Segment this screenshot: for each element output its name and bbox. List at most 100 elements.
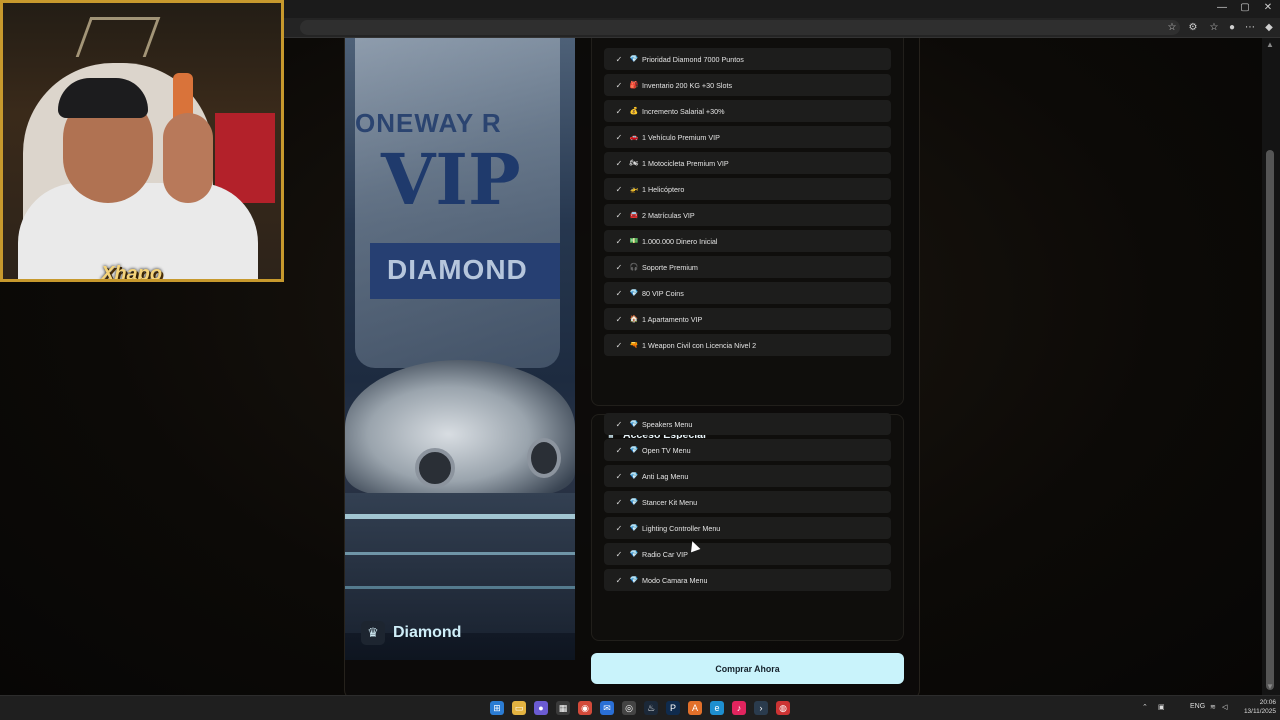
item-label: 1 Weapon Civil con Licencia Nivel 2 xyxy=(642,340,757,350)
list-item: ✓ 💎 Lighting Controller Menu xyxy=(604,517,891,539)
check-icon: ✓ xyxy=(615,419,623,429)
item-label: Prioridad Diamond 7000 Puntos xyxy=(642,54,744,64)
item-label: Radio Car VIP xyxy=(642,549,688,559)
item-label: 1 Helicóptero xyxy=(642,184,685,194)
item-emoji-icon: 💎 xyxy=(629,290,639,297)
item-emoji-icon: 💎 xyxy=(629,577,639,584)
item-emoji-icon: 🏍 xyxy=(629,160,639,167)
item-emoji-icon: 💰 xyxy=(629,108,639,115)
file-explorer-icon[interactable]: ▭ xyxy=(512,701,526,715)
check-icon: ✓ xyxy=(615,549,623,559)
list-item: ✓ 🏠 1 Apartamento VIP xyxy=(604,308,891,330)
steam-icon[interactable]: ♨ xyxy=(644,701,658,715)
wifi-icon[interactable]: ≋ xyxy=(1210,703,1216,711)
item-label: Speakers Menu xyxy=(642,419,693,429)
item-emoji-icon: 🚗 xyxy=(629,134,639,141)
product-title: ♛ Diamond xyxy=(361,618,461,648)
hero-band-text: DIAMOND xyxy=(387,254,528,285)
taskbar: ⊞ ▭ ● ▦ ◉ ✉ ◎ ♨ P A e ♪ › ◍ ⌃ ▣ ENG ≋ ◁ … xyxy=(0,695,1280,720)
extensions-icon[interactable]: ⚙ xyxy=(1185,20,1201,36)
check-icon: ✓ xyxy=(615,132,623,142)
list-item: ✓ 💎 Anti Lag Menu xyxy=(604,465,891,487)
favorites-icon[interactable]: ☆ xyxy=(1206,20,1222,36)
list-item: ✓ 🎒 Inventario 200 KG +30 Slots xyxy=(604,74,891,96)
item-emoji-icon: 🎧 xyxy=(629,264,639,271)
scrollbar-thumb[interactable] xyxy=(1266,150,1274,690)
list-item: ✓ 💎 80 VIP Coins xyxy=(604,282,891,304)
check-icon: ✓ xyxy=(615,262,623,272)
item-label: 1 Apartamento VIP xyxy=(642,314,703,324)
tray-expand-icon[interactable]: ⌃ xyxy=(1142,703,1148,711)
buy-now-button[interactable]: Comprar Ahora xyxy=(591,653,904,684)
check-icon: ✓ xyxy=(615,184,623,194)
item-emoji-icon: 💎 xyxy=(629,525,639,532)
copilot-icon[interactable]: ◆ xyxy=(1261,20,1277,36)
item-label: 1 Vehículo Premium VIP xyxy=(642,132,720,142)
item-emoji-icon: 💎 xyxy=(629,499,639,506)
list-item: ✓ 🚁 1 Helicóptero xyxy=(604,178,891,200)
check-icon: ✓ xyxy=(615,236,623,246)
profile-icon[interactable]: ● xyxy=(1224,20,1240,36)
maximize-button[interactable]: ▢ xyxy=(1235,2,1255,13)
star-icon[interactable]: ☆ xyxy=(1164,20,1180,36)
clock-time: 20:06 xyxy=(1259,699,1276,706)
item-emoji-icon: 🏠 xyxy=(629,316,639,323)
check-icon: ✓ xyxy=(615,340,623,350)
product-image: ONEWAY R VIP DIAMOND xyxy=(345,38,575,660)
list-item: ✓ 💎 Speakers Menu xyxy=(604,413,891,435)
app-icon[interactable]: A xyxy=(688,701,702,715)
item-emoji-icon: 💎 xyxy=(629,447,639,454)
list-item: ✓ 💎 Radio Car VIP xyxy=(604,543,891,565)
tiktok-icon[interactable]: ♪ xyxy=(732,701,746,715)
start-icon[interactable]: ⊞ xyxy=(490,701,504,715)
list-item: ✓ 💎 Open TV Menu xyxy=(604,439,891,461)
clock[interactable]: 20:06 13/11/2025 xyxy=(1236,698,1276,716)
product-name: Diamond xyxy=(393,624,462,641)
item-label: Lighting Controller Menu xyxy=(642,523,721,533)
check-icon: ✓ xyxy=(615,158,623,168)
check-icon: ✓ xyxy=(615,471,623,481)
scroll-down-icon[interactable]: ▼ xyxy=(1266,682,1274,691)
item-label: Incremento Salarial +30% xyxy=(642,106,725,116)
item-label: Modo Camara Menu xyxy=(642,575,708,585)
list-item: ✓ 💎 Prioridad Diamond 7000 Puntos xyxy=(604,48,891,70)
webcam-overlay: Xhapo xyxy=(0,0,284,282)
list-item: ✓ 🎧 Soporte Premium xyxy=(604,256,891,278)
network-tray-icon[interactable]: ▣ xyxy=(1158,703,1165,711)
url-field[interactable] xyxy=(300,20,1180,35)
volume-icon[interactable]: ◁ xyxy=(1222,703,1227,711)
check-icon: ✓ xyxy=(615,210,623,220)
check-icon: ✓ xyxy=(615,523,623,533)
record-icon[interactable]: ◍ xyxy=(776,701,790,715)
hero-brand-text: ONEWAY R xyxy=(355,108,502,138)
item-label: Anti Lag Menu xyxy=(642,471,689,481)
terminal-icon[interactable]: › xyxy=(754,701,768,715)
mail-icon[interactable]: ✉ xyxy=(600,701,614,715)
minimize-button[interactable]: — xyxy=(1212,2,1232,13)
scroll-up-icon[interactable]: ▲ xyxy=(1266,40,1274,49)
item-label: Soporte Premium xyxy=(642,262,698,272)
item-emoji-icon: 🔫 xyxy=(629,342,639,349)
item-emoji-icon: 💎 xyxy=(629,421,639,428)
menu-icon[interactable]: ⋯ xyxy=(1242,20,1258,36)
discord-icon[interactable]: ● xyxy=(534,701,548,715)
calendar-icon[interactable]: ▦ xyxy=(556,701,570,715)
item-emoji-icon: 💎 xyxy=(629,551,639,558)
check-icon: ✓ xyxy=(615,288,623,298)
obs-icon[interactable]: ◎ xyxy=(622,701,636,715)
list-item: ✓ 🏍 1 Motocicleta Premium VIP xyxy=(604,152,891,174)
item-label: 2 Matrículas VIP xyxy=(642,210,695,220)
item-emoji-icon: 💵 xyxy=(629,238,639,245)
item-emoji-icon: 🎒 xyxy=(629,82,639,89)
language-indicator[interactable]: ENG xyxy=(1190,703,1205,710)
check-icon: ✓ xyxy=(615,445,623,455)
item-emoji-icon: 🚘 xyxy=(629,212,639,219)
check-icon: ✓ xyxy=(615,106,623,116)
item-label: 1 Motocicleta Premium VIP xyxy=(642,158,729,168)
chrome-icon[interactable]: ◉ xyxy=(578,701,592,715)
edge-icon[interactable]: e xyxy=(710,701,724,715)
photoshop-icon[interactable]: P xyxy=(666,701,680,715)
check-icon: ✓ xyxy=(615,314,623,324)
close-button[interactable]: ✕ xyxy=(1258,2,1278,13)
list-item: ✓ 💰 Incremento Salarial +30% xyxy=(604,100,891,122)
